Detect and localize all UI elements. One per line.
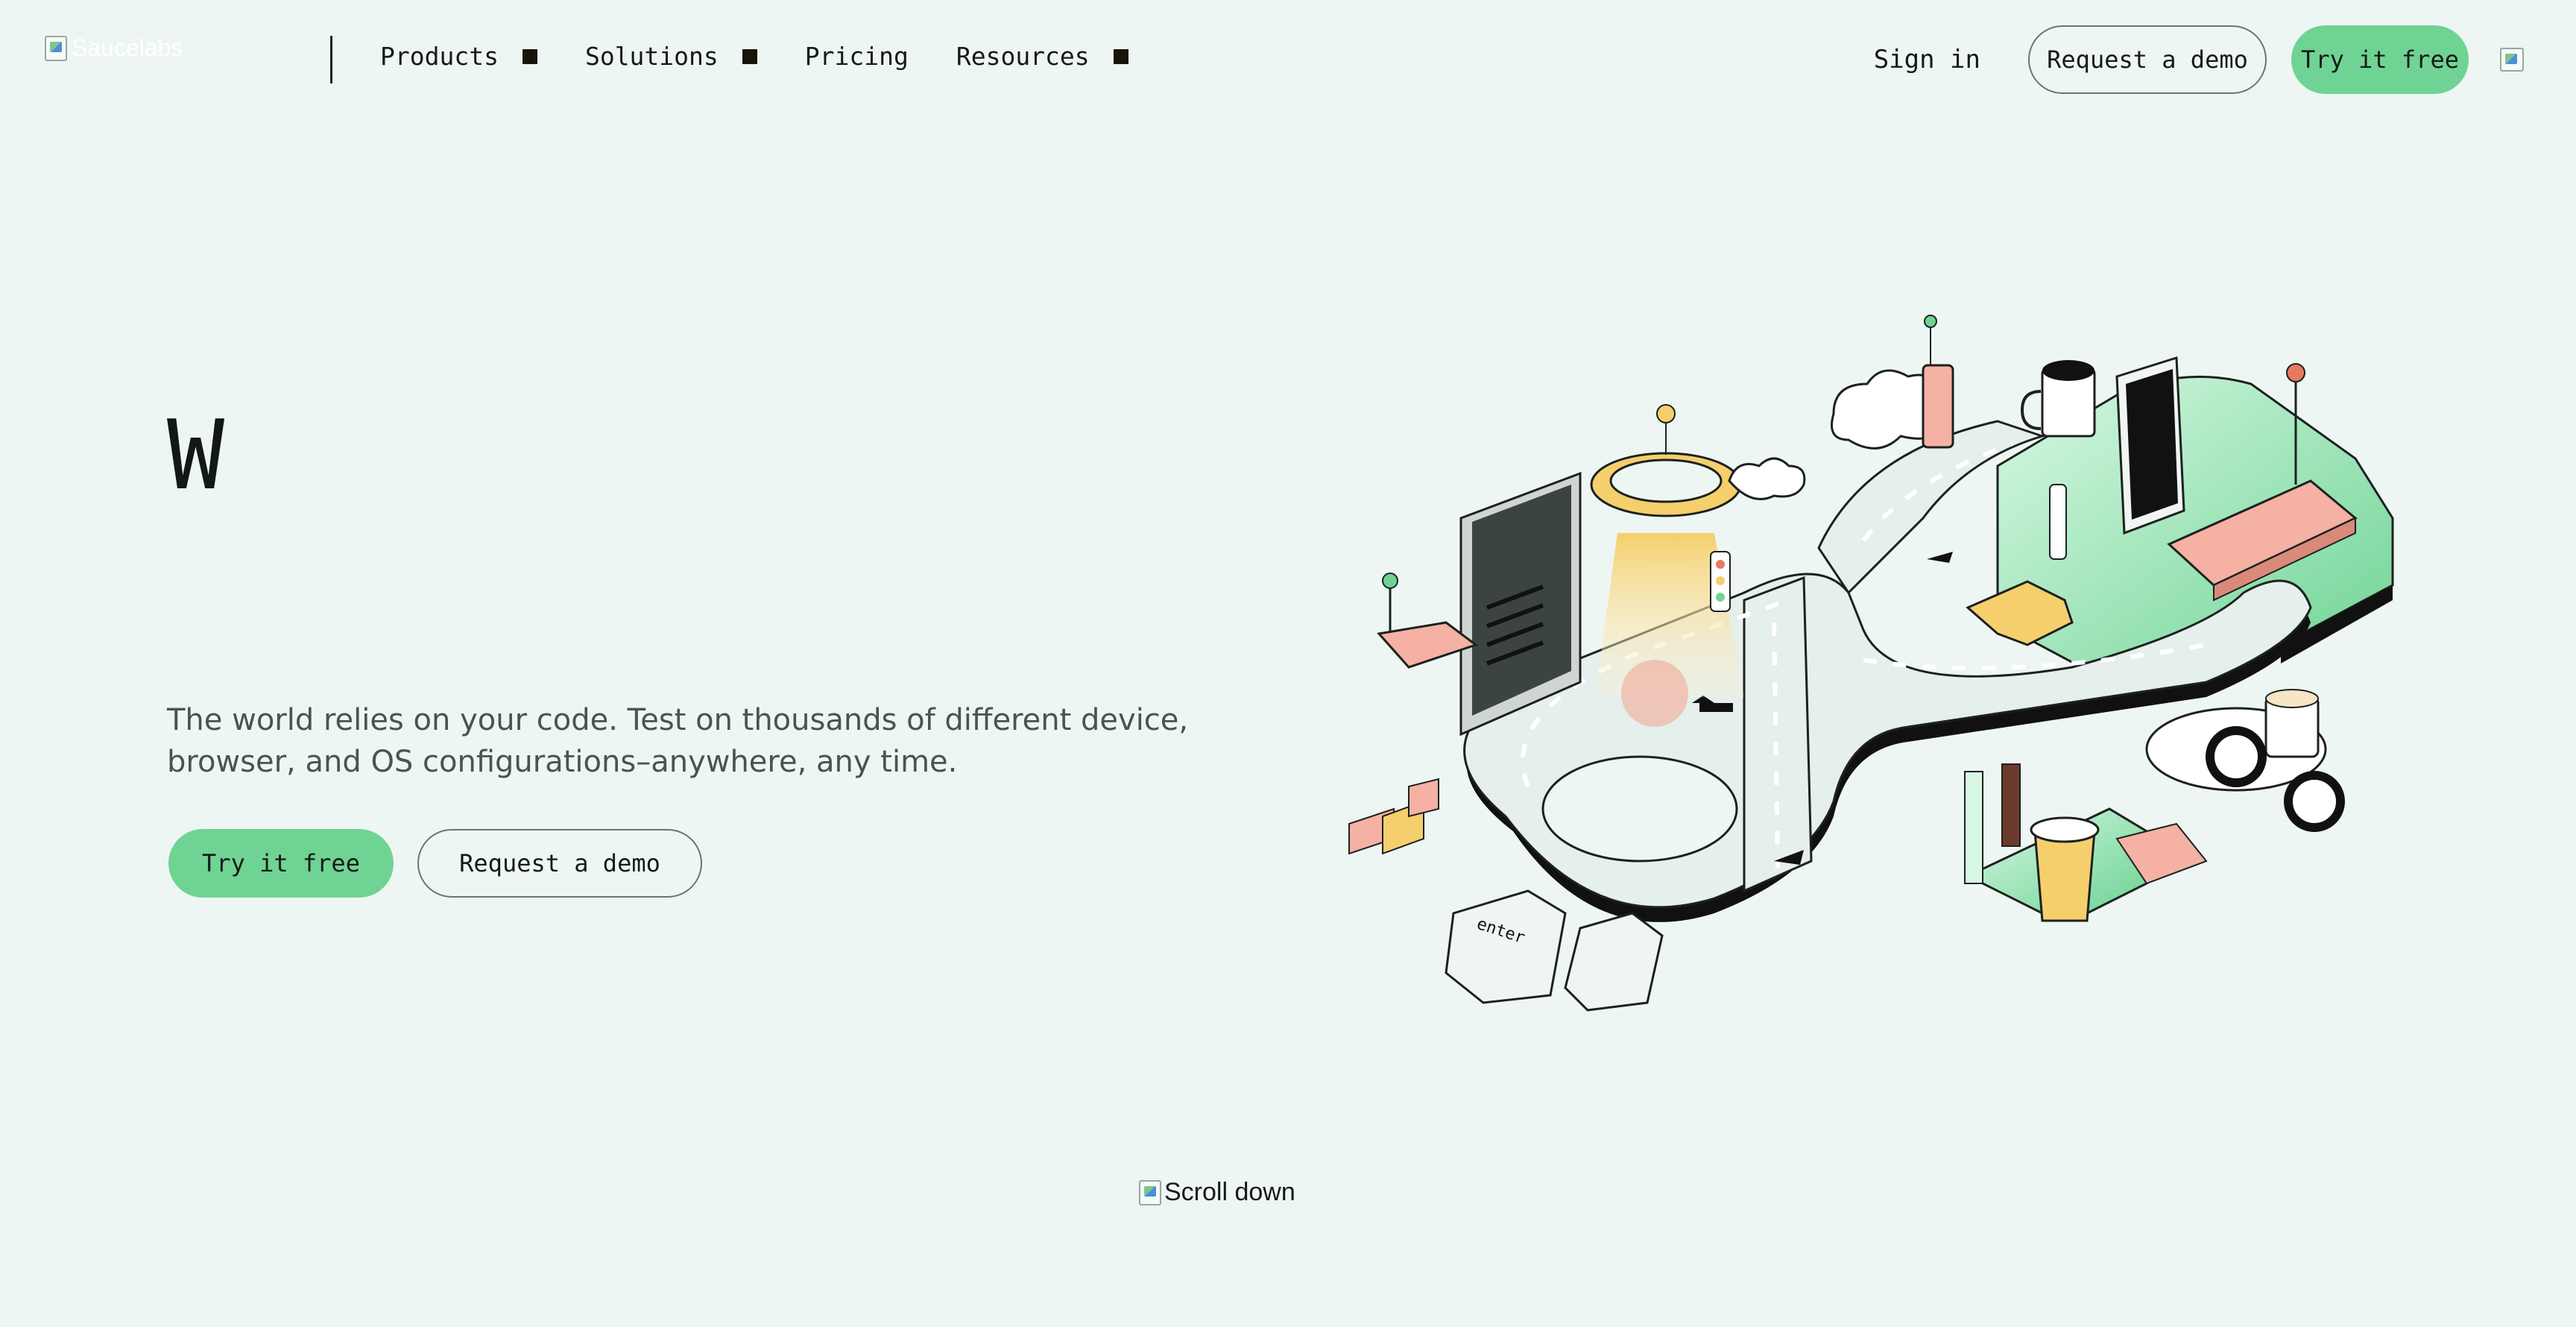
hero-heading: W <box>167 400 224 511</box>
saucelabs-logo[interactable]: Saucelabs <box>45 34 183 62</box>
main-nav: Products Solutions Pricing Resources <box>380 42 1176 71</box>
smartphone <box>2115 356 2185 535</box>
try-free-button[interactable]: Try it free <box>2291 25 2469 94</box>
sign-in-link[interactable]: Sign in <box>1874 45 1980 75</box>
broken-image-icon <box>45 35 67 61</box>
nav-item-resources[interactable]: Resources <box>956 42 1128 71</box>
dropdown-square-icon <box>1113 48 1128 64</box>
page: Saucelabs Products Solutions Pricing Res… <box>0 0 2576 1327</box>
nav-label: Solutions <box>584 42 719 71</box>
hero-try-free-button[interactable]: Try it free <box>168 829 394 898</box>
dropdown-square-icon <box>742 48 757 64</box>
broken-image-icon <box>1139 1179 1161 1205</box>
coffee-cup-cart <box>2145 689 2345 832</box>
hero-illustration: enter <box>1348 315 2394 1012</box>
hero-request-demo-button[interactable]: Request a demo <box>417 829 702 898</box>
scroll-down-label: Scroll down <box>1164 1178 1295 1206</box>
nav-label: Products <box>380 42 499 71</box>
site-header: Saucelabs Products Solutions Pricing Res… <box>0 0 2576 119</box>
nav-label: Resources <box>956 42 1090 71</box>
dropdown-square-icon <box>522 48 537 64</box>
toy-blocks <box>1348 778 1439 855</box>
hero-cta-group: Try it free Request a demo <box>168 829 702 898</box>
hero-subtitle: The world relies on your code. Test on t… <box>167 703 1189 779</box>
logo-alt-text: Saucelabs <box>72 34 183 61</box>
scroll-down-indicator[interactable]: Scroll down <box>1139 1178 1295 1207</box>
coffee-mug <box>2020 360 2096 438</box>
nav-item-products[interactable]: Products <box>380 42 537 71</box>
nav-item-pricing[interactable]: Pricing <box>805 42 909 71</box>
request-demo-button[interactable]: Request a demo <box>2028 25 2267 94</box>
language-icon[interactable] <box>2500 48 2524 72</box>
header-actions: Sign in Request a demo Try it free <box>1874 25 2576 94</box>
nav-label: Pricing <box>804 42 909 71</box>
nav-item-solutions[interactable]: Solutions <box>585 42 757 71</box>
header-divider <box>330 36 332 83</box>
